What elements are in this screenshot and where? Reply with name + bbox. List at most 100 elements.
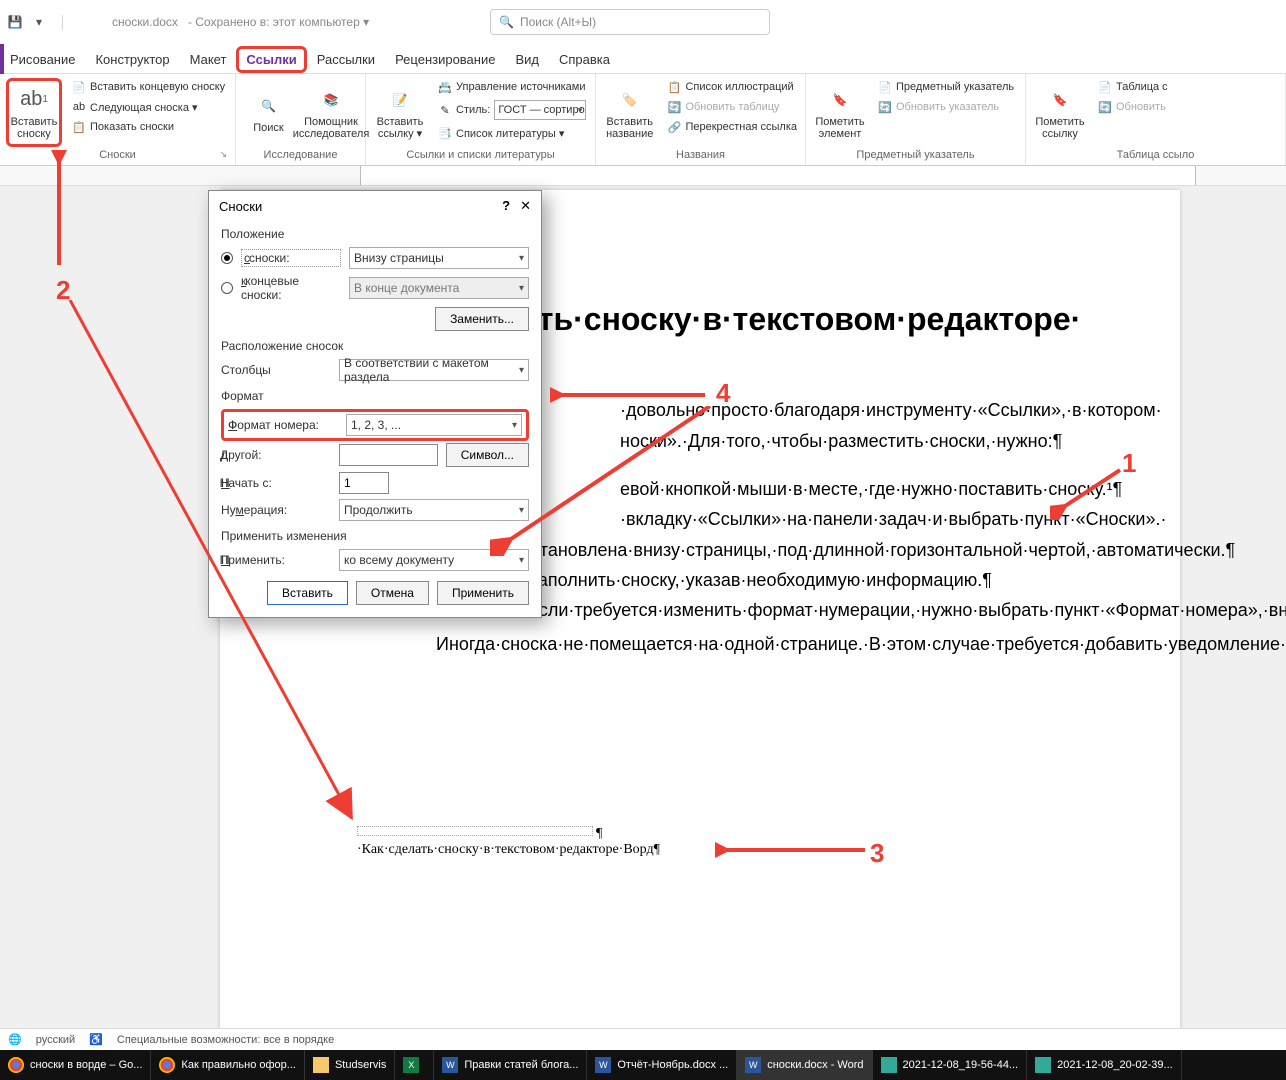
columns-select[interactable]: В соответствии с макетом раздела <box>339 359 529 381</box>
footnote-separator <box>357 826 593 836</box>
citations-group-label: Ссылки и списки литературы <box>372 147 589 163</box>
toa-button[interactable]: 📄Таблица с <box>1096 78 1170 96</box>
close-icon[interactable]: ✕ <box>520 198 531 214</box>
insert-footnote-button[interactable]: ab1 Вставить сноску <box>6 78 62 147</box>
task-img-1[interactable]: 2021-12-08_19-56-44... <box>873 1050 1028 1080</box>
task-img-2[interactable]: 2021-12-08_20-02-39... <box>1027 1050 1182 1080</box>
task-chrome[interactable]: сноски в ворде – Go... <box>0 1050 151 1080</box>
save-icon[interactable]: 💾 <box>6 13 24 31</box>
footnote-icon: ab1 <box>20 86 48 114</box>
footnotes-radio[interactable] <box>221 252 233 264</box>
update-toa-button[interactable]: 🔄Обновить <box>1096 98 1170 116</box>
cross-ref-button[interactable]: 🔗Перекрестная ссылка <box>665 118 799 136</box>
num-format-label: ФФормат номера: <box>228 418 338 432</box>
taskbar: сноски в ворде – Go... Как правильно офо… <box>0 1050 1286 1080</box>
more-icon[interactable]: ▾ <box>30 13 48 31</box>
tab-help[interactable]: Справка <box>549 46 620 73</box>
task-word-2[interactable]: WОтчёт-Ноябрь.docx ... <box>587 1050 737 1080</box>
index-group-label: Предметный указатель <box>812 147 1019 163</box>
symbol-button[interactable]: Символ... <box>446 443 529 467</box>
insert-caption-button[interactable]: 🏷️Вставить название <box>602 78 657 147</box>
ruler[interactable] <box>0 166 1286 186</box>
help-icon[interactable]: ? <box>502 198 510 214</box>
style-icon: ✎ <box>438 103 452 117</box>
word-icon: W <box>595 1057 611 1073</box>
dialog-titlebar[interactable]: Сноски ? ✕ <box>209 191 541 221</box>
apply-select[interactable]: ко всему документу <box>339 549 529 571</box>
position-heading: Положение <box>221 227 529 241</box>
task-chrome-2[interactable]: Как правильно офор... <box>151 1050 305 1080</box>
endnotes-position-select: В конце документа <box>349 277 529 299</box>
insert-button[interactable]: Вставить <box>267 581 348 605</box>
endnote-icon: 📄 <box>72 80 86 94</box>
footnotes-label[interactable]: ссноски: <box>241 249 341 267</box>
caption-icon: 🏷️ <box>616 86 644 114</box>
update-table-button[interactable]: 🔄Обновить таблицу <box>665 98 799 116</box>
saved-to[interactable]: - Сохранено в: этот компьютер ▾ <box>188 15 369 29</box>
tab-draw[interactable]: Рисование <box>0 46 85 73</box>
index-icon: 📄 <box>878 80 892 94</box>
toa-icon: 📄 <box>1098 80 1112 94</box>
dialog-launcher-icon[interactable]: ↘ <box>219 149 227 160</box>
lang-label[interactable]: русский <box>36 1034 75 1046</box>
style-combo[interactable]: ✎Стиль:ГОСТ — сортиро <box>436 98 588 122</box>
tab-view[interactable]: Вид <box>505 46 549 73</box>
doc-heading: ать·сноску·в·текстовом·редакторе· <box>520 300 1100 338</box>
accessibility-label[interactable]: Специальные возможности: все в порядке <box>117 1034 334 1046</box>
search-box[interactable]: 🔍 Поиск (Alt+Ы) <box>490 9 770 35</box>
show-footnotes-button[interactable]: 📋Показать сноски <box>70 118 227 136</box>
footnotes-dialog: Сноски ? ✕ Положение ссноски: Внизу стра… <box>208 190 542 618</box>
task-word-1[interactable]: WПравки статей блога... <box>434 1050 587 1080</box>
apply-button[interactable]: Применить <box>437 581 529 605</box>
mark-entry-button[interactable]: 🔖Пометить элемент <box>812 78 868 147</box>
insert-endnote-button[interactable]: 📄Вставить концевую сноску <box>70 78 227 96</box>
replace-button[interactable]: Заменить... <box>435 307 529 331</box>
ribbon: ab1 Вставить сноску 📄Вставить концевую с… <box>0 74 1286 166</box>
mark-entry-icon: 🔖 <box>826 86 854 114</box>
status-bar: 🌐 русский ♿ Специальные возможности: все… <box>0 1028 1286 1050</box>
endnotes-label[interactable]: кконцевые сноски: <box>241 274 341 302</box>
document-area[interactable]: ать·сноску·в·текстовом·редакторе· ·довол… <box>0 186 1286 1030</box>
annotation-3: 3 <box>870 838 884 869</box>
fig-list-button[interactable]: 📋Список иллюстраций <box>665 78 799 96</box>
tab-design[interactable]: Конструктор <box>85 46 179 73</box>
tab-references[interactable]: Ссылки <box>236 46 306 73</box>
style-value[interactable]: ГОСТ — сортиро <box>494 100 586 120</box>
search-icon: 🔍 <box>499 15 514 29</box>
tab-review[interactable]: Рецензирование <box>385 46 505 73</box>
endnotes-radio[interactable] <box>221 282 233 294</box>
columns-label: Столбцы <box>221 363 331 377</box>
insert-citation-button[interactable]: 📝Вставить ссылку ▾ <box>372 78 428 147</box>
annotation-1: 1 <box>1122 448 1136 479</box>
research-group-label: Исследование <box>242 147 359 163</box>
tab-layout[interactable]: Макет <box>180 46 237 73</box>
lang-icon[interactable]: 🌐 <box>8 1033 22 1046</box>
researcher-button[interactable]: 📚Помощник исследователя <box>303 78 359 147</box>
footnotes-position-select[interactable]: Внизу страницы <box>349 247 529 269</box>
task-word-3[interactable]: Wсноски.docx - Word <box>737 1050 872 1080</box>
captions-group-label: Названия <box>602 147 799 163</box>
other-input[interactable] <box>339 444 438 466</box>
figlist-icon: 📋 <box>667 80 681 94</box>
mark-citation-button[interactable]: 🔖Пометить ссылку <box>1032 78 1088 147</box>
folder-icon <box>313 1057 329 1073</box>
search-button[interactable]: 🔍Поиск <box>242 78 295 147</box>
start-spinner[interactable] <box>339 472 389 494</box>
task-excel[interactable]: X <box>395 1050 434 1080</box>
tab-mailings[interactable]: Рассылки <box>307 46 385 73</box>
task-folder[interactable]: Studservis <box>305 1050 395 1080</box>
layout-heading: Расположение сносок <box>221 339 529 353</box>
cancel-button[interactable]: Отмена <box>356 581 429 605</box>
manage-sources-button[interactable]: 📇Управление источниками <box>436 78 588 96</box>
num-format-select[interactable]: 1, 2, 3, ... <box>346 414 522 436</box>
bibliography-button[interactable]: 📑Список литературы ▾ <box>436 124 588 142</box>
doc-name: сноски.docx <box>112 15 178 29</box>
accessibility-icon[interactable]: ♿ <box>89 1033 103 1046</box>
doc-li3: 3.→Заполнить·сноску,·указав·необходимую·… <box>494 568 1100 592</box>
update-index-button[interactable]: 🔄Обновить указатель <box>876 98 1016 116</box>
book-icon: 📚 <box>317 86 345 114</box>
image-icon <box>881 1057 897 1073</box>
next-footnote-button[interactable]: abСледующая сноска ▾ <box>70 98 227 116</box>
numbering-select[interactable]: Продолжить <box>339 499 529 521</box>
subject-index-button[interactable]: 📄Предметный указатель <box>876 78 1016 96</box>
